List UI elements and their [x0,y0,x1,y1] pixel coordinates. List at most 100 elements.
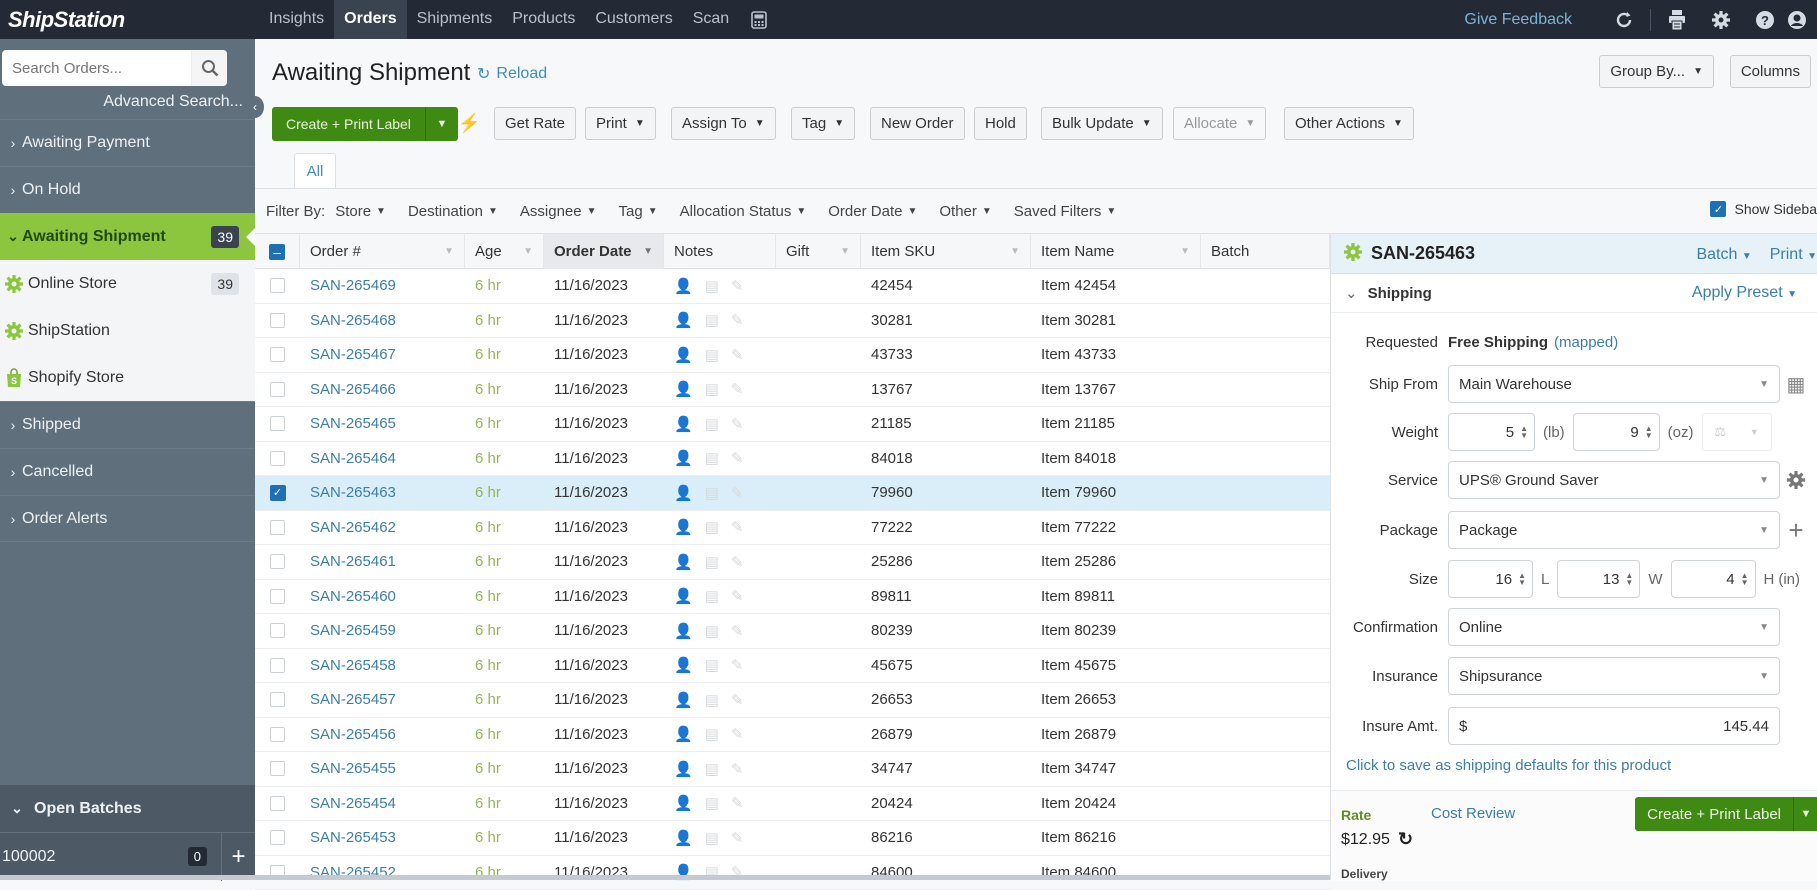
assignee-note-icon[interactable]: 👤 [674,656,693,674]
assignee-note-icon[interactable]: 👤 [674,691,693,709]
reload-link[interactable]: ↻Reload [477,64,547,84]
spinner-arrows-icon[interactable]: ▲▼ [1741,572,1749,586]
table-row[interactable]: SAN-2654536 hr11/16/2023👤▤✎86216Item 862… [255,821,1330,856]
table-row[interactable]: SAN-2654676 hr11/16/2023👤▤✎43733Item 437… [255,338,1330,373]
caret-down-icon[interactable]: ▼ [1794,797,1817,831]
table-row[interactable]: SAN-2654606 hr11/16/2023👤▤✎89811Item 898… [255,580,1330,615]
edit-note-icon[interactable]: ✎ [731,380,744,398]
message-note-icon[interactable]: ▤ [705,587,719,605]
edit-note-icon[interactable]: ✎ [731,622,744,640]
edit-note-icon[interactable]: ✎ [731,553,744,571]
size-width-input[interactable]: 13▲▼ [1557,560,1640,598]
column-header-order-date[interactable]: Order Date▼ [544,234,664,269]
table-row[interactable]: SAN-2654696 hr11/16/2023👤▤✎42454Item 424… [255,269,1330,304]
table-row[interactable]: SAN-2654616 hr11/16/2023👤▤✎25286Item 252… [255,545,1330,580]
sidebar-item-awaiting-shipment[interactable]: ⌄Awaiting Shipment39 [0,213,255,260]
caret-down-icon[interactable]: ▼ [426,107,458,141]
table-row[interactable]: ✓SAN-2654636 hr11/16/2023👤▤✎79960Item 79… [255,476,1330,511]
horizontal-scrollbar[interactable] [0,875,1330,880]
sidebar-item-order-alerts[interactable]: ›Order Alerts [0,495,255,542]
bulk-update-button[interactable]: Bulk Update▼ [1041,107,1163,140]
edit-note-icon[interactable]: ✎ [731,415,744,433]
row-checkbox[interactable] [270,313,285,328]
table-row[interactable]: SAN-2654566 hr11/16/2023👤▤✎26879Item 268… [255,718,1330,753]
row-checkbox[interactable] [270,796,285,811]
filter-order-date[interactable]: Order Date▼ [828,203,917,220]
order-link[interactable]: SAN-265467 [310,346,396,363]
assignee-note-icon[interactable]: 👤 [674,794,693,812]
edit-note-icon[interactable]: ✎ [731,277,744,295]
table-row[interactable]: SAN-2654626 hr11/16/2023👤▤✎77222Item 772… [255,511,1330,546]
advanced-search-link[interactable]: Advanced Search... [103,93,243,111]
hold-button[interactable]: Hold [974,107,1027,140]
assignee-note-icon[interactable]: 👤 [674,553,693,571]
edit-note-icon[interactable]: ✎ [731,725,744,743]
batch-row[interactable]: 100002 0 + [0,832,255,880]
row-checkbox[interactable] [270,278,285,293]
panel-batch-button[interactable]: Batch ▼ [1696,246,1751,264]
row-checkbox[interactable] [270,554,285,569]
table-row[interactable]: SAN-2654556 hr11/16/2023👤▤✎34747Item 347… [255,752,1330,787]
assignee-note-icon[interactable]: 👤 [674,449,693,467]
tag-button[interactable]: Tag▼ [791,107,855,140]
checkbox-partial[interactable]: – [269,244,285,260]
refresh-icon[interactable] [1602,0,1646,39]
column-header-age[interactable]: Age▼ [465,234,544,269]
row-checkbox[interactable] [270,623,285,638]
order-link[interactable]: SAN-265457 [310,691,396,708]
panel-print-button[interactable]: Print ▼ [1770,246,1817,264]
order-link[interactable]: SAN-265459 [310,622,396,639]
edit-note-icon[interactable]: ✎ [731,518,744,536]
apply-preset-button[interactable]: Apply Preset ▼ [1692,284,1797,302]
order-link[interactable]: SAN-265466 [310,381,396,398]
assignee-note-icon[interactable]: 👤 [674,415,693,433]
assign-to-button[interactable]: Assign To▼ [671,107,776,140]
sidebar-item-cancelled[interactable]: ›Cancelled [0,448,255,495]
package-select[interactable]: Package▼ [1448,511,1780,549]
message-note-icon[interactable]: ▤ [705,311,719,329]
group-by-button[interactable]: Group By...▼ [1599,55,1714,88]
table-row[interactable]: SAN-2654656 hr11/16/2023👤▤✎21185Item 211… [255,407,1330,442]
order-link[interactable]: SAN-265460 [310,588,396,605]
nav-products[interactable]: Products [502,0,585,39]
edit-note-icon[interactable]: ✎ [731,587,744,605]
columns-button[interactable]: Columns [1730,55,1811,88]
column-header-item-name[interactable]: Item Name▼ [1031,234,1201,269]
column-header-notes[interactable]: Notes [664,234,776,269]
save-shipping-defaults-link[interactable]: Click to save as shipping defaults for t… [1346,757,1671,774]
print-button[interactable]: Print▼ [585,107,656,140]
user-account-icon[interactable] [1787,0,1817,39]
ship-from-select[interactable]: Main Warehouse▼ [1448,365,1780,403]
nav-scan[interactable]: Scan [683,0,739,39]
filter-destination[interactable]: Destination▼ [408,203,498,220]
spinner-arrows-icon[interactable]: ▲▼ [1625,572,1633,586]
table-row[interactable]: SAN-2654576 hr11/16/2023👤▤✎26653Item 266… [255,683,1330,718]
printer-icon[interactable] [1655,0,1699,39]
sidebar-store-online-store[interactable]: Online Store39 [0,260,255,307]
message-note-icon[interactable]: ▤ [705,518,719,536]
assignee-note-icon[interactable]: 👤 [674,518,693,536]
refresh-rate-icon[interactable]: ↻ [1398,829,1413,850]
table-row[interactable]: SAN-2654596 hr11/16/2023👤▤✎80239Item 802… [255,614,1330,649]
table-row[interactable]: SAN-2654686 hr11/16/2023👤▤✎30281Item 302… [255,304,1330,339]
other-actions-button[interactable]: Other Actions▼ [1284,107,1414,140]
column-header-gift[interactable]: Gift▼ [776,234,861,269]
row-checkbox[interactable]: ✓ [270,485,286,501]
edit-note-icon[interactable]: ✎ [731,449,744,467]
table-row[interactable]: SAN-2654526 hr11/16/2023👤▤✎84600Item 846… [255,856,1330,890]
spinner-arrows-icon[interactable]: ▲▼ [1520,425,1528,439]
assignee-note-icon[interactable]: 👤 [674,622,693,640]
nav-orders[interactable]: Orders [334,0,406,39]
spinner-arrows-icon[interactable]: ▲▼ [1645,425,1653,439]
message-note-icon[interactable]: ▤ [705,346,719,364]
assignee-note-icon[interactable]: 👤 [674,311,693,329]
message-note-icon[interactable]: ▤ [705,725,719,743]
row-checkbox[interactable] [270,451,285,466]
give-feedback-link[interactable]: Give Feedback [1464,11,1572,29]
settings-gear-icon[interactable] [1699,0,1743,39]
get-rate-button[interactable]: Get Rate [494,107,576,140]
assignee-note-icon[interactable]: 👤 [674,346,693,364]
column-header-order[interactable]: Order #▼ [300,234,465,269]
message-note-icon[interactable]: ▤ [705,794,719,812]
message-note-icon[interactable]: ▤ [705,277,719,295]
